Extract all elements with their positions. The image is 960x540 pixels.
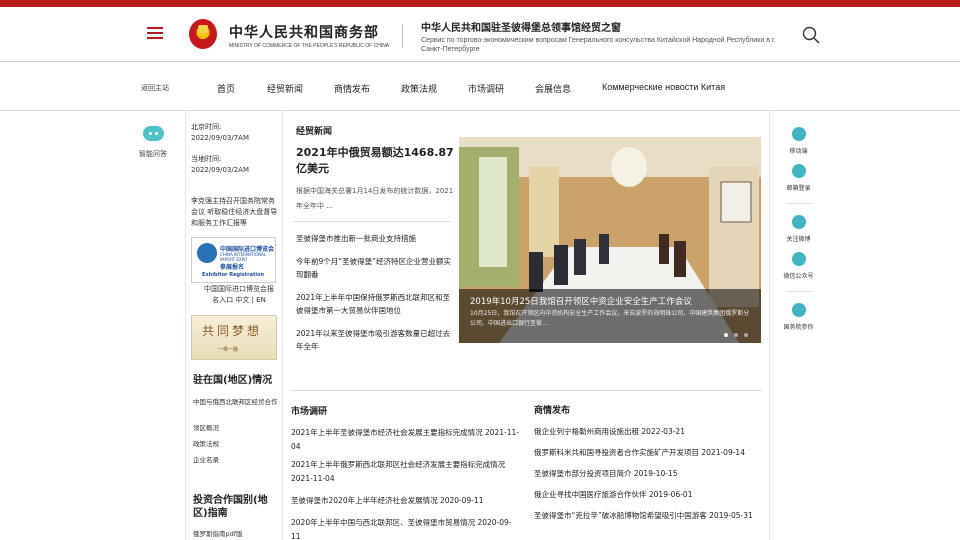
news-slideshow[interactable]: 2019年10月25日我馆召开领区中资企业安全生产工作会议 10月25日，我馆召…: [459, 137, 761, 343]
expo-caption-link[interactable]: 中国国际进口博览会报名入口 中文 | EN: [204, 284, 274, 306]
sidebar-link-cooperation[interactable]: 中国与俄西北联邦区经贸合作: [193, 398, 278, 407]
research-list-item[interactable]: 2021年上半年俄罗斯西北联邦区社会经济发展主要指标完成情况 2021-11-0…: [291, 458, 521, 486]
market-research-heading: 市场调研: [291, 407, 328, 417]
slide-title[interactable]: 2019年10月25日我馆召开领区中资企业安全生产工作会议: [470, 295, 692, 307]
nav-item-policies[interactable]: 政策法规: [401, 82, 437, 95]
common-dream-banner[interactable]: 共同梦想 一带一路: [191, 315, 277, 360]
news-list-item[interactable]: 圣彼得堡市推出新一批商业支持措施: [296, 232, 456, 245]
site-title-cn: 中华人民共和国驻圣彼得堡总领事馆经贸之窗: [421, 23, 621, 34]
local-time-value: 2022/09/03/2AM: [191, 166, 249, 174]
news-list-item[interactable]: 2021年上半年中国保持俄罗斯西北联邦区和圣彼得堡市第一大贸易伙伴国地位: [296, 291, 456, 317]
dream-banner-text: 共同梦想: [202, 324, 263, 338]
investment-guide-heading: 投资合作国别(地区)指南: [193, 495, 268, 519]
state-council-icon[interactable]: [792, 303, 806, 317]
nav-item-business-info[interactable]: 商情发布: [334, 82, 370, 95]
sidebar-link-overview[interactable]: 领区概况: [193, 424, 278, 433]
dream-banner-subtext: 一带一路: [218, 347, 239, 353]
right-share-column: 移动端 邮箱登录 关注微博 微信公众号 国务院参你: [769, 111, 826, 540]
feature-news-summary: 根据中国海关总署1月14日发布的统计数据，2021年全年中 ...: [296, 187, 454, 210]
slide-dot-1[interactable]: [724, 333, 728, 337]
local-time-label: 当地时间:: [191, 155, 222, 163]
weibo-label[interactable]: 关注微博: [770, 234, 827, 243]
nav-item-home[interactable]: 首页: [217, 82, 235, 95]
share-divider: [787, 291, 812, 292]
nav-item-china-commercial-news[interactable]: Коммерческие новости Китая: [602, 82, 725, 92]
header-divider: [402, 24, 403, 48]
expo-registration-banner[interactable]: 中国国际进口博览会 CHINA INTERNATIONAL IMPORT EXP…: [191, 237, 276, 283]
ministry-name-cn[interactable]: 中华人民共和国商务部: [229, 22, 379, 42]
ministry-name-en: MINISTRY OF COMMERCE OF THE PEOPLE'S REP…: [229, 43, 390, 49]
site-header: 中华人民共和国商务部 MINISTRY OF COMMERCE OF THE P…: [0, 7, 960, 62]
mail-login-label[interactable]: 邮箱登录: [770, 183, 827, 192]
commerce-list-item[interactable]: 俄罗斯科米共和国寻投资者合作实施矿产开发项目 2021-09-14: [534, 446, 769, 460]
hamburger-menu-icon[interactable]: [147, 27, 163, 39]
weibo-icon[interactable]: [792, 215, 806, 229]
research-list-item[interactable]: 2021年上半年圣彼得堡市经济社会发展主要指标完成情况 2021-11-04: [291, 426, 521, 454]
slide-dot-3[interactable]: [744, 333, 748, 337]
slide-dot-2[interactable]: [734, 333, 738, 337]
expo-register-cn: 参展报名: [220, 264, 245, 271]
section-divider: [290, 390, 762, 391]
wechat-icon[interactable]: [792, 252, 806, 266]
feature-news-title[interactable]: 2021年中俄贸易额达1468.87亿美元: [296, 145, 456, 177]
nav-item-trade-news[interactable]: 经贸新闻: [267, 82, 303, 95]
main-nav: 返回主站 首页 经贸新闻 商情发布 政策法规 市场调研 会展信息 Коммерч…: [0, 63, 960, 111]
news-list-item[interactable]: 2021年以来圣彼得堡市吸引游客数量已超过去年全年: [296, 327, 456, 353]
business-info-heading: 商情发布: [534, 406, 571, 416]
beijing-time-value: 2022/09/03/7AM: [191, 134, 249, 142]
left-utility-column: 智能问答: [0, 111, 186, 540]
smart-qa-label[interactable]: 智能问答: [139, 149, 167, 159]
sidebar-link-directory[interactable]: 企业名录: [193, 456, 278, 465]
research-list-item[interactable]: 圣彼得堡市2020年上半年经济社会发展情况 2020-09-11: [291, 494, 521, 508]
expo-register-en: Exhibitor Registration: [202, 272, 265, 278]
wechat-label[interactable]: 微信公众号: [770, 271, 827, 280]
site-title-ru: Сервис по торгово-экономическим вопросам…: [421, 37, 776, 53]
commerce-list-item[interactable]: 圣彼得堡市部分投资项目简介 2019-10-15: [534, 467, 769, 481]
sidebar-link-policies[interactable]: 政策法规: [193, 440, 278, 449]
top-red-bar: [0, 0, 960, 7]
commerce-list-item[interactable]: 圣彼得堡市“克拉辛”破冰船博物馆希望吸引中国游客 2019-05-31: [534, 509, 769, 523]
news-list-item[interactable]: 今年前9个月“圣彼得堡”经济特区企业营业额实现翻番: [296, 255, 456, 281]
news-divider: [293, 221, 451, 222]
search-icon[interactable]: [802, 26, 820, 44]
nav-item-market-research[interactable]: 市场调研: [468, 82, 504, 95]
sidebar-link-russia-guide-pdf[interactable]: 俄罗斯指南pdf版: [193, 530, 278, 539]
slide-description: 10月25日，我馆召开领区内中资机构安全生产工作会议。来自波罗的海明珠公司、中国…: [470, 310, 750, 327]
back-to-main-site-link[interactable]: 返回主站: [141, 83, 169, 93]
nav-item-exhibitions[interactable]: 会展信息: [535, 82, 571, 95]
national-emblem-logo[interactable]: [189, 19, 217, 49]
expo-logo-icon: [197, 243, 217, 263]
mail-icon[interactable]: [792, 164, 806, 178]
commerce-list-item[interactable]: 俄企业寻找中国医疗旅游合作伙伴 2019-06-01: [534, 488, 769, 502]
state-council-label[interactable]: 国务院参你: [770, 322, 827, 331]
mobile-icon[interactable]: [792, 127, 806, 141]
left-sidebar: 北京时间: 2022/09/03/7AM 当地时间: 2022/09/03/2A…: [186, 111, 283, 540]
chat-robot-icon[interactable]: [143, 126, 164, 141]
commerce-list-item[interactable]: 俄企业列宁格勒州商用设施出租 2022-03-21: [534, 425, 769, 439]
share-divider: [787, 203, 812, 204]
trade-news-heading: 经贸新闻: [296, 127, 333, 137]
beijing-time-label: 北京时间:: [191, 123, 222, 131]
sidebar-headline-link[interactable]: 李克强主持召开国务院常务会议 听取稳住经济大盘督导和服务工作汇报等: [191, 196, 281, 229]
host-country-heading: 驻在国(地区)情况: [193, 375, 273, 386]
research-list-item[interactable]: 2020年上半年中国与西北联邦区、圣彼得堡市贸易情况 2020-09-11: [291, 516, 521, 540]
expo-name-en: CHINA INTERNATIONAL IMPORT EXPO: [220, 252, 267, 262]
mobile-label[interactable]: 移动端: [770, 146, 827, 155]
